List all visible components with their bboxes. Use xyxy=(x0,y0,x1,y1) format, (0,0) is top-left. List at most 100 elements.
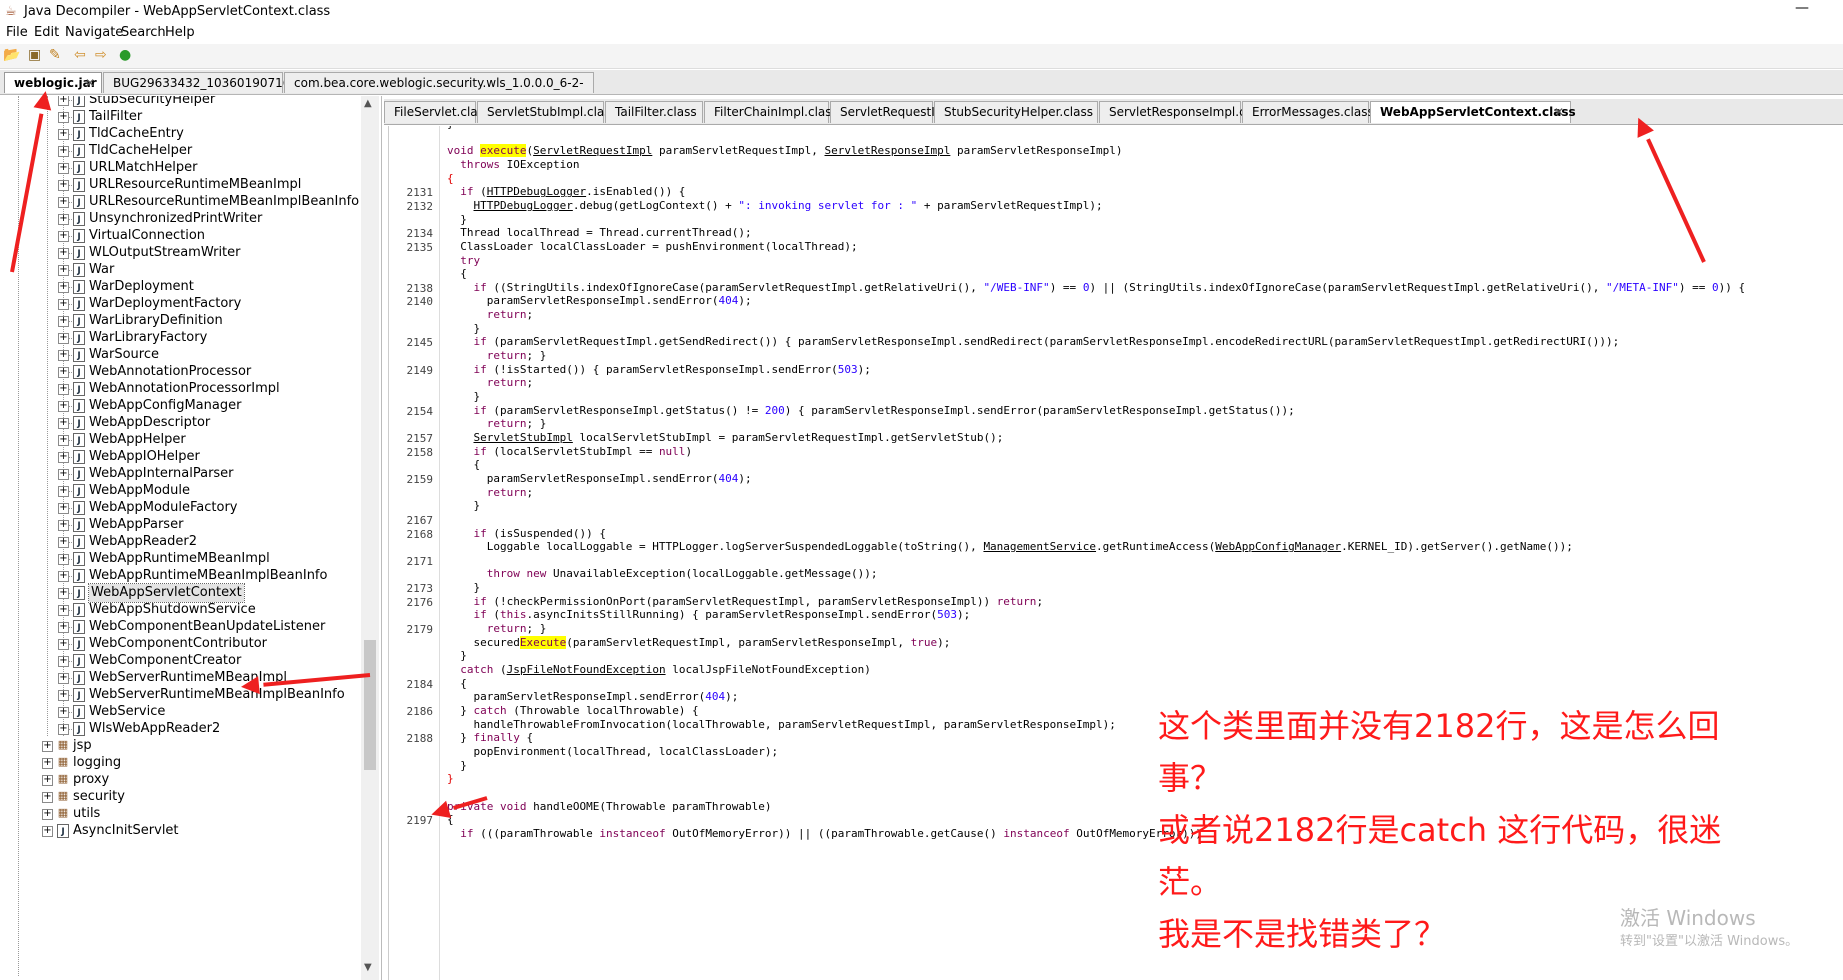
class-file-icon: J xyxy=(57,824,69,838)
class-file-icon: J xyxy=(73,246,85,260)
minimize-button[interactable]: — xyxy=(1795,0,1809,16)
expand-icon[interactable]: + xyxy=(58,265,69,276)
class-tab[interactable]: WebAppServletContext.class✕ xyxy=(1370,101,1571,123)
line-number: 2154 xyxy=(389,405,433,418)
expand-icon[interactable]: + xyxy=(58,197,69,208)
expand-icon[interactable]: + xyxy=(58,367,69,378)
class-tab[interactable]: StubSecurityHelper.class xyxy=(934,101,1098,123)
expand-icon[interactable]: + xyxy=(58,418,69,429)
expand-icon[interactable]: + xyxy=(58,248,69,259)
expand-icon[interactable]: + xyxy=(58,707,69,718)
expand-icon[interactable]: + xyxy=(58,435,69,446)
expand-icon[interactable]: + xyxy=(58,299,69,310)
scroll-up-icon[interactable]: ▲ xyxy=(364,98,372,109)
expand-icon[interactable]: + xyxy=(58,605,69,616)
menu-navigate[interactable]: Navigate xyxy=(65,25,123,40)
expand-icon[interactable]: + xyxy=(58,231,69,242)
code-line: } xyxy=(447,499,480,513)
class-file-icon: J xyxy=(73,331,85,345)
expand-icon[interactable]: + xyxy=(58,163,69,174)
expand-icon[interactable]: + xyxy=(58,724,69,735)
expand-icon[interactable]: + xyxy=(58,554,69,565)
class-file-icon: J xyxy=(73,399,85,413)
open-file-icon[interactable]: 📂 xyxy=(3,47,20,63)
expand-icon[interactable]: + xyxy=(58,350,69,361)
expand-icon[interactable]: + xyxy=(58,401,69,412)
expand-icon[interactable]: + xyxy=(42,758,53,769)
class-file-icon: J xyxy=(73,467,85,481)
code-line: } xyxy=(447,649,467,663)
class-tab[interactable]: ServletStubImpl.class xyxy=(477,101,604,123)
expand-icon[interactable]: + xyxy=(42,792,53,803)
expand-icon[interactable]: + xyxy=(58,129,69,140)
close-tab-icon[interactable]: ✕ xyxy=(1554,102,1564,123)
tab-security-jar[interactable]: com.bea.core.weblogic.security.wls_1.0.0… xyxy=(284,72,594,93)
expand-icon[interactable]: + xyxy=(58,316,69,327)
expand-icon[interactable]: + xyxy=(58,690,69,701)
expand-icon[interactable]: + xyxy=(58,673,69,684)
tab-weblogic-jar[interactable]: weblogic.jar✕ xyxy=(4,72,102,93)
menu-search[interactable]: Search xyxy=(121,25,166,40)
expand-icon[interactable]: + xyxy=(58,282,69,293)
code-line: } xyxy=(447,213,467,227)
class-file-icon: J xyxy=(73,161,85,175)
code-line: return; xyxy=(447,376,533,390)
code-line: if (this.asyncInitsStillRunning) { param… xyxy=(447,608,970,622)
tree-scrollbar[interactable]: ▲ ▼ xyxy=(361,96,379,980)
expand-icon[interactable]: + xyxy=(58,520,69,531)
expand-icon[interactable]: + xyxy=(58,333,69,344)
close-tab-icon[interactable]: ✕ xyxy=(85,73,95,93)
expand-icon[interactable]: + xyxy=(58,112,69,123)
close-icon[interactable]: ▣ xyxy=(28,47,41,63)
expand-icon[interactable]: + xyxy=(42,809,53,820)
about-icon[interactable]: ● xyxy=(119,47,131,63)
scroll-down-icon[interactable]: ▼ xyxy=(364,962,372,973)
line-number: 2140 xyxy=(389,295,433,308)
annotation-line-2: 或者说2182行是catch 这行代码，很迷茫。 xyxy=(1158,804,1758,908)
expand-icon[interactable]: + xyxy=(58,503,69,514)
window-title: Java Decompiler - WebAppServletContext.c… xyxy=(24,4,330,19)
code-line: catch (JspFileNotFoundException localJsp… xyxy=(447,663,871,677)
menu-edit[interactable]: Edit xyxy=(34,25,59,40)
forward-icon[interactable]: ⇨ xyxy=(95,47,107,63)
expand-icon[interactable]: + xyxy=(42,826,53,837)
expand-icon[interactable]: + xyxy=(58,639,69,650)
expand-icon[interactable]: + xyxy=(58,469,69,480)
class-tab[interactable]: ErrorMessages.class xyxy=(1242,101,1369,123)
tree-scrollbar-thumb[interactable] xyxy=(364,640,376,770)
class-tab[interactable]: ServletResponseImpl.class xyxy=(1099,101,1241,123)
tree-class-label: AsyncInitServlet xyxy=(73,822,179,840)
expand-icon[interactable]: + xyxy=(58,214,69,225)
class-tab[interactable]: FileServlet.class xyxy=(384,101,476,123)
expand-icon[interactable]: + xyxy=(58,588,69,599)
code-line: Thread localThread = Thread.currentThrea… xyxy=(447,226,752,240)
code-line: paramServletResponseImpl.sendError(404); xyxy=(447,472,752,486)
expand-icon[interactable]: + xyxy=(42,741,53,752)
class-tab[interactable]: TailFilter.class xyxy=(605,101,703,123)
menu-help[interactable]: Help xyxy=(165,25,195,40)
tab-label: BUG29633432_10360190716.jar xyxy=(113,76,310,90)
expand-icon[interactable]: + xyxy=(58,486,69,497)
expand-icon[interactable]: + xyxy=(58,656,69,667)
class-tab[interactable]: ServletRequestImpl.class xyxy=(830,101,933,123)
tree-class-item[interactable]: + J AsyncInitServlet xyxy=(0,821,360,841)
expand-icon[interactable]: + xyxy=(58,452,69,463)
package-tree: +JStubSecurityHelper+JTailFilter+JTldCac… xyxy=(0,96,382,980)
expand-icon[interactable]: + xyxy=(58,537,69,548)
menu-file[interactable]: File xyxy=(6,25,28,40)
class-tab-label: ServletStubImpl.class xyxy=(487,105,617,119)
expand-icon[interactable]: + xyxy=(58,180,69,191)
back-icon[interactable]: ⇦ xyxy=(74,47,86,63)
expand-icon[interactable]: + xyxy=(58,146,69,157)
expand-icon[interactable]: + xyxy=(58,622,69,633)
tab-bug-jar[interactable]: BUG29633432_10360190716.jar xyxy=(103,72,283,93)
expand-icon[interactable]: + xyxy=(58,96,69,106)
expand-icon[interactable]: + xyxy=(58,571,69,582)
expand-icon[interactable]: + xyxy=(42,775,53,786)
class-tab[interactable]: FilterChainImpl.class xyxy=(704,101,829,123)
save-icon[interactable]: ✎ xyxy=(49,47,61,63)
expand-icon[interactable]: + xyxy=(58,384,69,395)
class-file-icon: J xyxy=(73,433,85,447)
code-line: if (((paramThrowable instanceof OutOfMem… xyxy=(447,827,1202,841)
class-file-icon: J xyxy=(73,603,85,617)
